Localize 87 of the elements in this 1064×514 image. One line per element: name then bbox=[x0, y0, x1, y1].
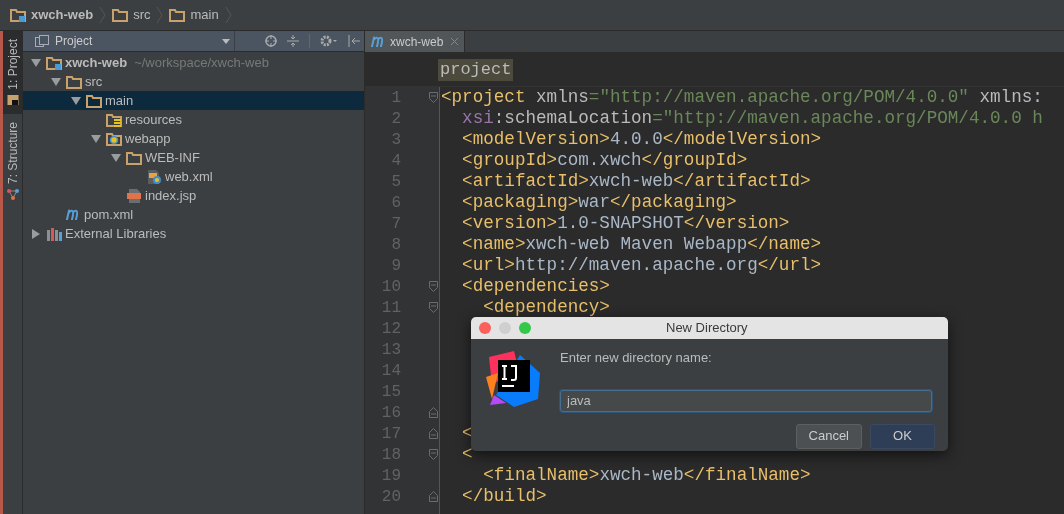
expanded-arrow-icon[interactable] bbox=[31, 57, 41, 68]
close-icon[interactable] bbox=[451, 38, 459, 45]
code-line: <dependencies> bbox=[461, 276, 610, 296]
code-line: <groupId>com.xwch</groupId> bbox=[461, 150, 748, 170]
folder-icon bbox=[66, 74, 82, 89]
xml-file-icon bbox=[146, 168, 162, 185]
maven-icon bbox=[66, 209, 81, 220]
hide-panel-icon[interactable] bbox=[348, 35, 360, 47]
directory-name-field[interactable]: java bbox=[560, 389, 932, 412]
tree-label: index.jsp bbox=[145, 186, 197, 205]
xml-breadcrumb[interactable]: project bbox=[438, 58, 514, 81]
folder-icon bbox=[112, 8, 129, 22]
cancel-button[interactable]: Cancel bbox=[795, 423, 862, 449]
fold-marker-icon[interactable] bbox=[429, 449, 438, 460]
breadcrumb-item[interactable]: src bbox=[112, 5, 151, 25]
project-view-icon bbox=[35, 35, 49, 47]
prompt-label: Enter new directory name: bbox=[560, 349, 713, 367]
ok-button[interactable]: OK bbox=[870, 423, 935, 449]
code-line: < bbox=[461, 444, 473, 464]
code-line: <packaging>war</packaging> bbox=[461, 192, 737, 212]
module-folder-icon bbox=[10, 8, 26, 22]
tree-item[interactable]: xwch-web ~/workspace/xwch-web bbox=[23, 53, 364, 72]
fold-end-marker-icon[interactable] bbox=[429, 428, 438, 439]
zoom-window-button[interactable] bbox=[519, 322, 531, 334]
panel-title: Project bbox=[55, 33, 93, 50]
tree-item[interactable]: index.jsp bbox=[23, 186, 364, 205]
tree-label: resources bbox=[125, 110, 183, 129]
fold-end-marker-icon[interactable] bbox=[429, 407, 438, 418]
folder-icon bbox=[6, 93, 19, 106]
dropdown-caret-icon[interactable] bbox=[222, 38, 230, 44]
tool-window-tab[interactable]: 1: Project bbox=[3, 31, 22, 114]
code-line: <name>xwch-web Maven Webapp</name> bbox=[461, 234, 822, 254]
tree-item[interactable]: web.xml bbox=[23, 167, 364, 186]
breadcrumb-item[interactable]: main bbox=[169, 5, 219, 25]
fold-end-marker-icon[interactable] bbox=[429, 491, 438, 502]
settings-icon[interactable] bbox=[320, 35, 338, 47]
jsp-file-icon bbox=[126, 187, 142, 204]
code-line: </build> bbox=[461, 486, 547, 506]
code-line: xsi:schemaLocation="http://maven.apache.org/POM/4.0.0 h bbox=[461, 108, 1043, 128]
module-folder-icon bbox=[46, 55, 62, 70]
code-line: <project xmlns="http://maven.apache.org/POM/4.0.0" xmlns: bbox=[441, 87, 1043, 107]
tree-label: xwch-web bbox=[65, 53, 128, 72]
folder-icon bbox=[86, 93, 102, 108]
expanded-arrow-icon[interactable] bbox=[71, 95, 81, 106]
code-line: <artifactId>xwch-web</artifactId> bbox=[461, 171, 811, 191]
maven-icon bbox=[371, 36, 386, 47]
fold-marker-icon[interactable] bbox=[429, 302, 438, 313]
tree-path: ~/workspace/xwch-web bbox=[134, 53, 269, 72]
structure-icon bbox=[6, 187, 19, 200]
fold-marker-icon[interactable] bbox=[429, 92, 438, 103]
code-line: <finalName>xwch-web</finalName> bbox=[482, 465, 811, 485]
folder-icon bbox=[126, 150, 142, 165]
tool-window-tab[interactable]: 7: Structure bbox=[3, 113, 22, 208]
tree-item[interactable]: External Libraries bbox=[23, 224, 364, 243]
breadcrumb-item[interactable]: xwch-web bbox=[10, 5, 94, 25]
locate-icon[interactable] bbox=[265, 35, 277, 47]
tree-label: External Libraries bbox=[65, 224, 167, 243]
collapsed-arrow-icon[interactable] bbox=[31, 228, 41, 239]
code-line: < bbox=[461, 423, 473, 443]
web-folder-icon bbox=[106, 131, 122, 146]
tree-label: pom.xml bbox=[84, 205, 134, 224]
libraries-icon bbox=[46, 226, 62, 241]
dialog-title: New Directory bbox=[666, 319, 748, 338]
tree-item[interactable]: main bbox=[23, 91, 364, 110]
resources-folder-icon bbox=[106, 112, 122, 127]
close-window-button[interactable] bbox=[479, 322, 491, 334]
code-line: <version>1.0-SNAPSHOT</version> bbox=[461, 213, 790, 233]
tree-item[interactable]: src bbox=[23, 72, 364, 91]
tree-item[interactable]: pom.xml bbox=[23, 205, 364, 224]
tree-item[interactable]: resources bbox=[23, 110, 364, 129]
tree-item[interactable]: webapp bbox=[23, 129, 364, 148]
tree-label: main bbox=[105, 91, 134, 110]
expanded-arrow-icon[interactable] bbox=[111, 152, 121, 163]
code-line: <url>http://maven.apache.org</url> bbox=[461, 255, 822, 275]
editor-tab[interactable]: xwch-web bbox=[365, 31, 466, 52]
folder-icon bbox=[169, 8, 186, 22]
tree-label: WEB-INF bbox=[145, 148, 200, 167]
code-line: <modelVersion>4.0.0</modelVersion> bbox=[461, 129, 822, 149]
expanded-arrow-icon[interactable] bbox=[91, 133, 101, 144]
expanded-arrow-icon[interactable] bbox=[51, 76, 61, 87]
tree-label: webapp bbox=[125, 129, 171, 148]
tree-item[interactable]: WEB-INF bbox=[23, 148, 364, 167]
fold-marker-icon[interactable] bbox=[429, 281, 438, 292]
code-line: <dependency> bbox=[482, 297, 610, 317]
tree-label: web.xml bbox=[165, 167, 213, 186]
tree-label: src bbox=[85, 72, 103, 91]
collapse-all-icon[interactable] bbox=[287, 35, 299, 47]
